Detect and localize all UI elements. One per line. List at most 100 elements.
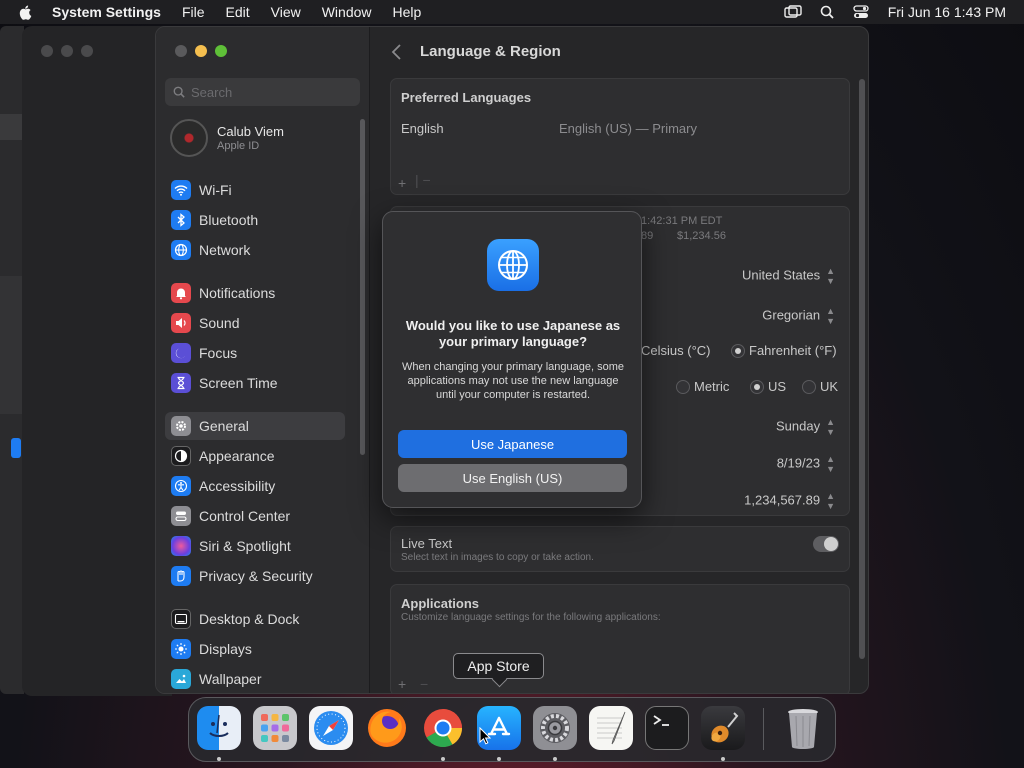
screen-mirroring-icon[interactable] [784,4,802,20]
search-icon[interactable] [818,4,836,20]
format-preview-time: 1:42:31 PM EDT [641,215,723,227]
sidebar-item-label: Appearance [199,448,275,464]
speaker-icon [171,313,191,333]
inactive-minimize-button[interactable] [61,45,73,57]
celsius-label: Celsius (°C) [641,343,711,358]
menu-clock[interactable]: Fri Jun 16 1:43 PM [888,4,1006,20]
inactive-close-button[interactable] [41,45,53,57]
sidebar-item-sound[interactable]: Sound [165,309,345,337]
sidebar-item-accessibility[interactable]: Accessibility [165,472,345,500]
dock-garageband[interactable] [701,706,745,750]
add-application-button[interactable]: + [398,676,406,692]
sidebar-item-general[interactable]: General [165,412,345,440]
search-icon [173,86,185,98]
moon-icon [171,343,191,363]
chevron-updown-icon: ▲ ▼ [826,454,835,474]
menu-help[interactable]: Help [393,4,422,20]
background-settings-window[interactable] [22,26,172,696]
number-format-select[interactable]: 1,234,567.89 ▲ ▼ [744,491,835,511]
guitar-icon [711,712,739,743]
sidebar-item-label: Notifications [199,285,276,301]
sidebar-item-notifications[interactable]: Notifications [165,279,345,307]
apple-icon[interactable] [18,4,34,20]
dock-chrome[interactable] [421,706,465,750]
sun-icon [171,639,191,659]
fahrenheit-radio[interactable] [731,344,745,358]
apple-id-account[interactable]: Calub Viem Apple ID [170,119,284,157]
sidebar-item-control-center[interactable]: Control Center [165,502,345,530]
menu-app-name[interactable]: System Settings [52,4,161,20]
close-button[interactable] [175,45,187,57]
applications-heading: Applications [401,596,480,611]
terminal-icon [653,715,669,726]
remove-language-button[interactable]: | − [415,172,431,188]
applications-description: Customize language settings for the foll… [401,612,661,623]
language-name[interactable]: English [401,121,444,136]
zoom-button[interactable] [215,45,227,57]
menu-edit[interactable]: Edit [226,4,250,20]
metric-radio[interactable] [676,380,690,394]
sidebar-item-privacy-security[interactable]: Privacy & Security [165,562,345,590]
dock-terminal[interactable] [645,706,689,750]
sidebar-item-displays[interactable]: Displays [165,635,345,663]
sidebar-item-label: Sound [199,315,240,331]
dock-textedit[interactable] [589,706,633,750]
first-day-select[interactable]: Sunday ▲ ▼ [776,417,835,437]
sidebar-item-focus[interactable]: Focus [165,339,345,367]
control-center-icon [171,506,191,526]
use-japanese-button[interactable]: Use Japanese [398,430,627,458]
sidebar-item-network[interactable]: Network [165,236,345,264]
dock-trash[interactable] [781,706,825,750]
sidebar-item-wifi[interactable]: Wi-Fi [165,176,345,204]
running-indicator [721,757,725,761]
dock-system-settings[interactable] [533,706,577,750]
textedit-icon [597,711,626,745]
menu-window[interactable]: Window [322,4,372,20]
remove-application-button[interactable]: − [420,676,428,692]
dock-safari[interactable] [309,706,353,750]
format-preview-number: 89 [641,230,654,242]
region-select[interactable]: United States ▲ ▼ [742,266,835,286]
finder-icon [209,714,229,737]
date-format-select[interactable]: 8/19/23 ▲ ▼ [777,454,835,474]
globe-icon [487,239,539,291]
sidebar-item-appearance[interactable]: Appearance [165,442,345,470]
sidebar: Calub Viem Apple ID Wi-Fi Bluetooth Netw… [156,27,370,693]
format-preview-currency: $1,234.56 [677,230,726,242]
inactive-zoom-button[interactable] [81,45,93,57]
calendar-value: Gregorian [762,307,821,323]
sidebar-item-label: General [199,418,249,434]
control-center-icon[interactable] [852,4,870,20]
minimize-button[interactable] [195,45,207,57]
search-input[interactable] [191,84,351,100]
background-window[interactable] [0,26,24,694]
sidebar-item-label: Desktop & Dock [199,611,300,627]
sidebar-item-desktop-dock[interactable]: Desktop & Dock [165,605,345,633]
wifi-icon [171,180,191,200]
background-window-band [0,114,24,140]
dock-launchpad[interactable] [253,706,297,750]
wallpaper-icon [171,669,191,689]
running-indicator [497,757,501,761]
number-format-value: 1,234,567.89 [744,492,821,508]
chevron-left-icon[interactable] [390,43,404,61]
search-field[interactable] [165,78,360,106]
add-language-button[interactable]: + [398,175,406,191]
sidebar-item-wallpaper[interactable]: Wallpaper [165,665,345,693]
us-radio[interactable] [750,380,764,394]
dock-firefox[interactable] [365,706,409,750]
live-text-toggle[interactable] [813,536,839,552]
sidebar-scrollbar[interactable] [360,119,365,455]
sidebar-item-siri-spotlight[interactable]: Siri & Spotlight [165,532,345,560]
live-text-description: Select text in images to copy or take ac… [401,552,594,563]
calendar-select[interactable]: Gregorian ▲ ▼ [762,306,835,326]
menu-file[interactable]: File [182,4,205,20]
dock-finder[interactable] [197,706,241,750]
main-scrollbar[interactable] [859,79,865,659]
sidebar-item-bluetooth[interactable]: Bluetooth [165,206,345,234]
uk-radio[interactable] [802,380,816,394]
use-english-button[interactable]: Use English (US) [398,464,627,492]
menu-view[interactable]: View [271,4,301,20]
sidebar-item-label: Accessibility [199,478,276,494]
sidebar-item-screen-time[interactable]: Screen Time [165,369,345,397]
